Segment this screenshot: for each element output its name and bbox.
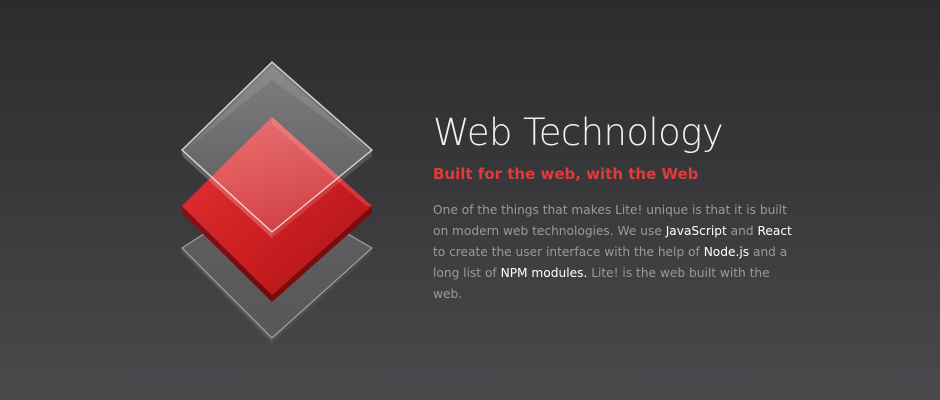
description-paragraph: One of the things that makes Lite! uniqu… (433, 200, 793, 305)
stacked-layers-icon (160, 40, 400, 360)
page-title: Web Technology (433, 111, 724, 154)
highlight-javascript: JavaScript (665, 224, 727, 238)
highlight-npm-modules: NPM modules. (500, 266, 588, 280)
highlight-react: React (757, 224, 792, 238)
subtitle: Built for the web, with the Web (433, 165, 699, 183)
description-text: to create the user interface with the he… (433, 245, 704, 259)
hero-content: Web Technology Built for the web, with t… (433, 108, 793, 305)
description-text: and (726, 224, 758, 238)
highlight-nodejs: Node.js (703, 245, 750, 259)
web-technology-hero: Web Technology Built for the web, with t… (0, 0, 940, 400)
